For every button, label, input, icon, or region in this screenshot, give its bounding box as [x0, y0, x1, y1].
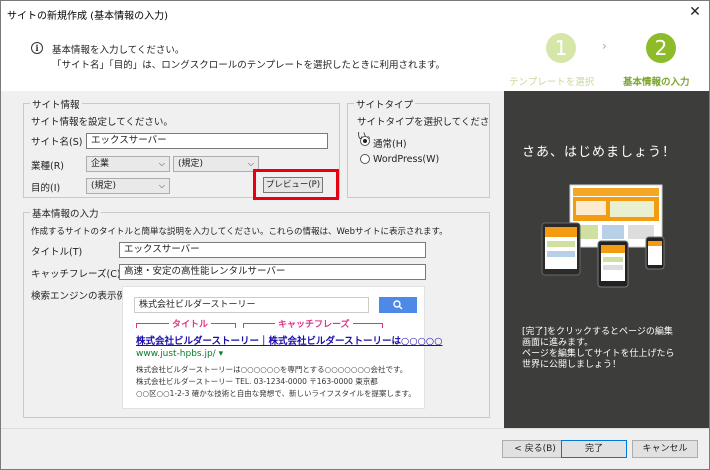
- catch-tag: キャッチフレーズ: [275, 317, 353, 330]
- search-preview: 株式会社ビルダーストーリー タイトル キャッチフレーズ 株式会社ビルダーストーリ…: [122, 286, 443, 409]
- title-label: タイトル(T): [31, 247, 83, 258]
- finish-button[interactable]: 完了: [561, 440, 627, 458]
- step-2-circle: 2: [646, 33, 676, 63]
- radio-normal-label: 通常(H): [373, 139, 407, 150]
- search-preview-query: 株式会社ビルダーストーリー: [134, 297, 369, 313]
- back-button[interactable]: < 戻る(B): [502, 440, 568, 458]
- search-result-desc-3: ○○区○○1-2-3 確かな技術と自由な発想で、新しいライフスタイルを提案します…: [136, 389, 416, 398]
- site-type-legend: サイトタイプ: [354, 97, 416, 111]
- site-name-input[interactable]: エックスサーバー: [86, 133, 328, 149]
- step-1-circle: 1: [546, 33, 576, 63]
- radio-wordpress-label: WordPress(W): [373, 154, 440, 165]
- info-text-line2: 「サイト名」「目的」は、ロングスクロールのテンプレートを選択したときに利用されま…: [52, 60, 446, 71]
- close-icon[interactable]: ✕: [687, 4, 703, 20]
- search-icon: [379, 297, 417, 313]
- chevron-down-icon: ⌵: [158, 159, 165, 168]
- title-bar: サイトの新規作成 (基本情報の入力) ✕: [1, 1, 709, 25]
- right-panel-text-4: 世界に公開しましょう！: [522, 360, 622, 370]
- right-panel-text-2: 画面に進みます。: [522, 338, 594, 348]
- dialog-footer: < 戻る(B) 完了 キャンセル: [1, 428, 709, 469]
- search-preview-label: 検索エンジンの表示例:: [31, 291, 130, 302]
- industry-select[interactable]: 企業 ⌵: [86, 156, 170, 172]
- catchphrase-input[interactable]: 高速・安定の高性能レンタルサーバー: [119, 264, 426, 280]
- right-panel-text-3: ページを編集してサイトを仕上げたら: [522, 349, 675, 359]
- dialog-header: i 基本情報を入力してください。 「サイト名」「目的」は、ロングスクロールのテン…: [1, 25, 709, 91]
- title-input[interactable]: エックスサーバー: [119, 242, 426, 258]
- site-info-desc: サイト情報を設定してください。: [31, 117, 173, 128]
- step-1-label: テンプレートを選択: [509, 77, 595, 88]
- highlight-box: [253, 169, 339, 200]
- search-result-desc-2: 株式会社ビルダーストーリー TEL. 03-1234-0000 〒163-000…: [136, 377, 378, 386]
- form-area: サイト情報 サイト情報を設定してください。 サイト名(S) エックスサーバー 業…: [1, 91, 504, 428]
- site-info-legend: サイト情報: [30, 97, 82, 111]
- basic-info-desc: 作成するサイトのタイトルと簡単な説明を入力してください。これらの情報は、Webサ…: [31, 227, 448, 237]
- window-title: サイトの新規作成 (基本情報の入力): [7, 11, 168, 22]
- step-2-label: 基本情報の入力: [623, 77, 690, 88]
- info-text-line1: 基本情報を入力してください。: [52, 45, 185, 56]
- purpose-label: 目的(I): [31, 183, 61, 194]
- dialog-window: サイトの新規作成 (基本情報の入力) ✕ i 基本情報を入力してください。 「サ…: [0, 0, 710, 470]
- purpose-select[interactable]: (規定) ⌵: [86, 178, 170, 194]
- catchphrase-label: キャッチフレーズ(C): [31, 269, 121, 280]
- chevron-down-icon: ⌵: [158, 181, 165, 190]
- industry-sub-select-value: (規定): [178, 159, 204, 169]
- info-icon: i: [31, 42, 43, 54]
- search-result-title: 株式会社ビルダーストーリー｜株式会社ビルダーストーリーは○○○○○: [136, 336, 443, 347]
- basic-info-legend: 基本情報の入力: [30, 206, 101, 220]
- search-result-desc-1: 株式会社ビルダーストーリーは○○○○○○を専門とする○○○○○○○会社です。: [136, 365, 408, 374]
- right-panel-heading: さあ、はじめましょう！: [522, 145, 677, 160]
- search-result-url: www.just-hpbs.jp/ ▾: [136, 349, 224, 359]
- title-tag: タイトル: [169, 317, 212, 330]
- magnifier-icon: [393, 300, 403, 310]
- right-panel-text-1: [完了]をクリックするとページの編集: [522, 327, 673, 337]
- purpose-select-value: (規定): [91, 181, 117, 191]
- cancel-button[interactable]: キャンセル: [632, 440, 698, 458]
- radio-wordpress[interactable]: [360, 154, 370, 164]
- industry-label: 業種(R): [31, 161, 65, 172]
- site-name-label: サイト名(S): [31, 137, 83, 148]
- devices-illustration: [541, 184, 665, 288]
- right-panel: さあ、はじめましょう！ [完了]をクリックするとページの編集 画面に進みます。 …: [504, 91, 709, 428]
- industry-select-value: 企業: [91, 159, 110, 169]
- radio-normal[interactable]: [360, 136, 370, 146]
- industry-sub-select[interactable]: (規定) ⌵: [173, 156, 259, 172]
- step-arrow-icon: ›: [602, 39, 607, 53]
